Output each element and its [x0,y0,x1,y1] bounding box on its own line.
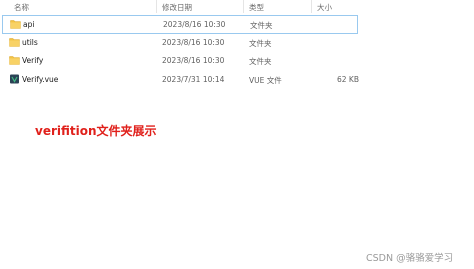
file-type: 文件夹 [250,21,273,30]
file-type: VUE 文件 [249,75,282,85]
column-header-date[interactable]: 修改日期 [162,2,192,13]
column-header-row: 名称 修改日期 类型 大小 [0,0,474,14]
file-date: 2023/8/16 10:30 [162,37,225,47]
file-row-verify-vue[interactable]: Verify.vue 2023/7/31 10:14 VUE 文件 62 KB [0,71,474,90]
file-date: 2023/8/16 10:30 [162,56,225,65]
folder-icon [9,37,20,47]
column-header-size[interactable]: 大小 [317,2,332,13]
watermark: CSDN @骆骆爱学习 [366,253,454,264]
file-row-verify-folder[interactable]: Verify 2023/8/16 10:30 文件夹 [0,52,474,71]
column-header-name[interactable]: 名称 [14,2,29,13]
file-list: api 2023/8/16 10:30 文件夹 utils 2023/8/16 … [0,15,474,89]
file-name: api [23,20,35,29]
folder-icon [10,20,21,29]
file-name: Verify [22,56,44,65]
file-name: Verify.vue [22,74,59,84]
vue-file-icon [10,74,19,83]
file-date: 2023/8/16 10:30 [163,20,226,29]
column-divider[interactable] [243,0,244,13]
file-type: 文件夹 [249,57,272,66]
column-divider[interactable] [311,0,312,13]
file-row-utils[interactable]: utils 2023/8/16 10:30 文件夹 [0,34,474,53]
file-name: utils [22,37,38,47]
folder-icon [9,56,20,65]
file-size: 62 KB [337,74,359,84]
column-header-type[interactable]: 类型 [249,2,264,13]
file-row-api[interactable]: api 2023/8/16 10:30 文件夹 [2,15,358,34]
column-divider[interactable] [156,0,157,13]
explorer-page: 名称 修改日期 类型 大小 api 2023/8/16 10:30 文件夹 ut… [0,0,474,269]
file-date: 2023/7/31 10:14 [162,74,225,84]
caption-text: verifition文件夹展示 [35,124,157,138]
file-type: 文件夹 [249,38,272,48]
